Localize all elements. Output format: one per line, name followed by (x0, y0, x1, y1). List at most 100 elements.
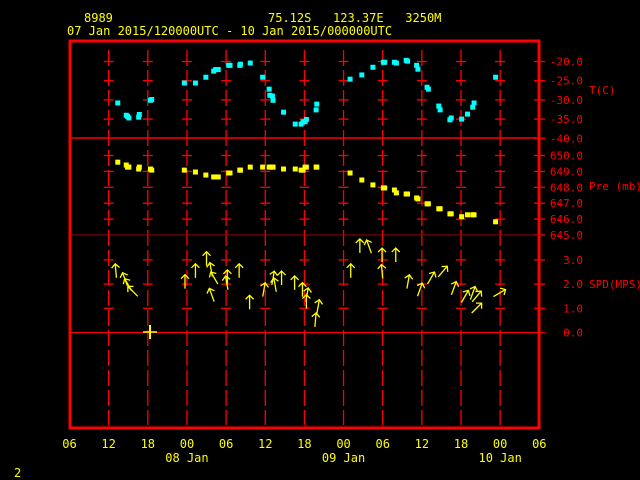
x-hour-label: 06 (375, 437, 389, 451)
wind-tick-label: 3.0 (563, 254, 583, 267)
pressure-point (227, 170, 233, 176)
wind-arrow (234, 262, 244, 278)
temperature-point (370, 64, 376, 70)
station-location: 75.12S 123.37E 3250M (268, 11, 441, 25)
temperature-point (382, 59, 388, 65)
meteogram: 8989 75.12S 123.37E 3250M 07 Jan 2015/12… (14, 11, 640, 480)
pressure-point (314, 164, 320, 170)
wind-arrow (277, 270, 287, 286)
pressure-tick-label: 648.0 (550, 181, 583, 194)
temperature-point (136, 111, 142, 117)
wind-arrow (221, 275, 231, 290)
temperature-point (459, 116, 465, 122)
x-hour-label: 00 (336, 437, 350, 451)
wind-arrow-shaft (437, 265, 448, 278)
wind-arrow (206, 287, 215, 302)
pressure-axis-label: Pre (mb) (589, 180, 640, 193)
temperature-point (126, 115, 132, 121)
pressure-point (382, 185, 388, 191)
temperature-point (493, 74, 499, 80)
pressure-point (404, 191, 410, 197)
pressure-point (260, 164, 266, 170)
wind-arrow (493, 287, 507, 298)
temperature-point (260, 74, 266, 80)
pressure-point (149, 167, 155, 173)
pressure-point (493, 219, 499, 225)
x-hour-label: 00 (180, 437, 194, 451)
temperature-point (237, 61, 243, 67)
pressure-point (370, 182, 376, 188)
pressure-tick-label: 646.0 (550, 213, 583, 226)
temperature-point (227, 62, 233, 68)
temperature-point (465, 111, 471, 117)
wind-arrow (190, 262, 200, 278)
grid (103, 50, 545, 425)
pressure-point (393, 190, 399, 196)
wind-arrow-shaft (460, 290, 469, 303)
temperature-point (303, 116, 309, 122)
pressure-tick-label: 645.0 (550, 229, 583, 242)
temperature-point (448, 115, 454, 121)
temperature-point (281, 109, 287, 115)
wind-arrow (208, 271, 219, 285)
x-date-label: 08 Jan (165, 451, 208, 465)
temperature-point (313, 107, 319, 113)
x-hour-label: 06 (62, 437, 76, 451)
pressure-point (292, 166, 298, 172)
x-hour-label: 18 (297, 437, 311, 451)
wind-tick-label: 2.0 (563, 278, 583, 291)
pressure-point (192, 169, 198, 175)
pressure-point (281, 166, 287, 172)
temperature-point (425, 86, 431, 92)
pressure-point (136, 164, 142, 170)
wind-arrow (391, 247, 401, 263)
wind-arrow (437, 265, 449, 278)
pressure-point (465, 212, 471, 218)
pressure-point (471, 212, 477, 218)
time-period: 07 Jan 2015/120000UTC - 10 Jan 2015/0000… (67, 24, 392, 38)
x-hour-label: 12 (258, 437, 272, 451)
temperature-tick-label: -25.0 (550, 75, 583, 88)
wind-arrow-shaft (114, 263, 118, 278)
x-hour-label: 06 (532, 437, 546, 451)
pressure-point (270, 164, 276, 170)
wind-arrow (127, 285, 139, 297)
temperature-tick-label: -30.0 (550, 94, 583, 107)
x-hour-label: 00 (493, 437, 507, 451)
temperature-point (292, 121, 298, 127)
wind-arrow (311, 312, 321, 327)
data-marks (111, 57, 507, 327)
pressure-point (181, 167, 187, 173)
x-hour-label: 06 (219, 437, 233, 451)
x-hour-label: 18 (454, 437, 468, 451)
wind-arrow (180, 273, 190, 289)
temperature-point (359, 72, 365, 78)
temperature-tick-label: -35.0 (550, 113, 583, 126)
wind-arrow-shaft (426, 271, 436, 285)
wind-arrow-shaft (493, 288, 506, 298)
wind-arrow (363, 239, 373, 254)
pressure-point (448, 211, 454, 217)
pressure-point (115, 159, 121, 165)
wind-arrow (346, 262, 356, 278)
pressure-point (425, 201, 431, 207)
wind-arrow (290, 274, 300, 290)
wind-arrow (404, 273, 414, 289)
wind-arrow (355, 237, 365, 253)
pressure-point (459, 214, 465, 220)
x-hour-label: 18 (141, 437, 155, 451)
temperature-point (247, 60, 253, 66)
temperature-point (437, 107, 443, 113)
pressure-point (247, 164, 253, 170)
pressure-point (347, 170, 353, 176)
pressure-point (126, 164, 132, 170)
y-axes: -20.0 -25.0 -30.0 -35.0 -40.0 650.0 649.0 648.0… (550, 56, 583, 340)
wind-arrow-shaft (380, 264, 384, 279)
pressure-tick-label: 650.0 (550, 150, 583, 163)
temperature-point (270, 97, 276, 103)
temperature-point (115, 100, 121, 106)
wind-arrow (469, 285, 479, 300)
x-date-label: 09 Jan (322, 451, 365, 465)
crosshair-cursor (143, 325, 157, 339)
wind-arrow-shaft (471, 302, 483, 314)
